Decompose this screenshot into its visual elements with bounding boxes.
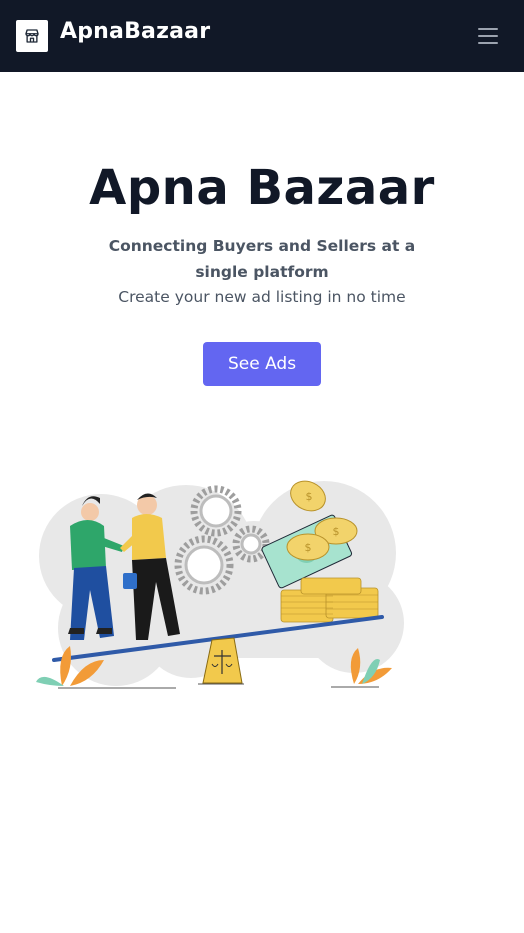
brand-logo[interactable] <box>16 20 48 52</box>
svg-text:$: $ <box>333 525 340 538</box>
storefront-icon <box>25 29 39 43</box>
svg-text:$: $ <box>306 490 313 503</box>
handshake-deal-illustration: $ $ $ <box>36 480 404 689</box>
hamburger-menu-icon <box>478 28 498 44</box>
hero-title: Apna Bazaar <box>89 160 435 216</box>
navbar: ApnaBazaar <box>0 0 524 72</box>
hero-text: Create your new ad listing in no time <box>118 288 406 306</box>
see-ads-button[interactable]: See Ads <box>203 342 321 386</box>
svg-text:$: $ <box>305 541 312 554</box>
brand-name[interactable]: ApnaBazaar <box>60 19 210 44</box>
menu-button[interactable] <box>472 20 504 52</box>
hero-subtitle: Connecting Buyers and Sellers at a singl… <box>108 237 416 281</box>
